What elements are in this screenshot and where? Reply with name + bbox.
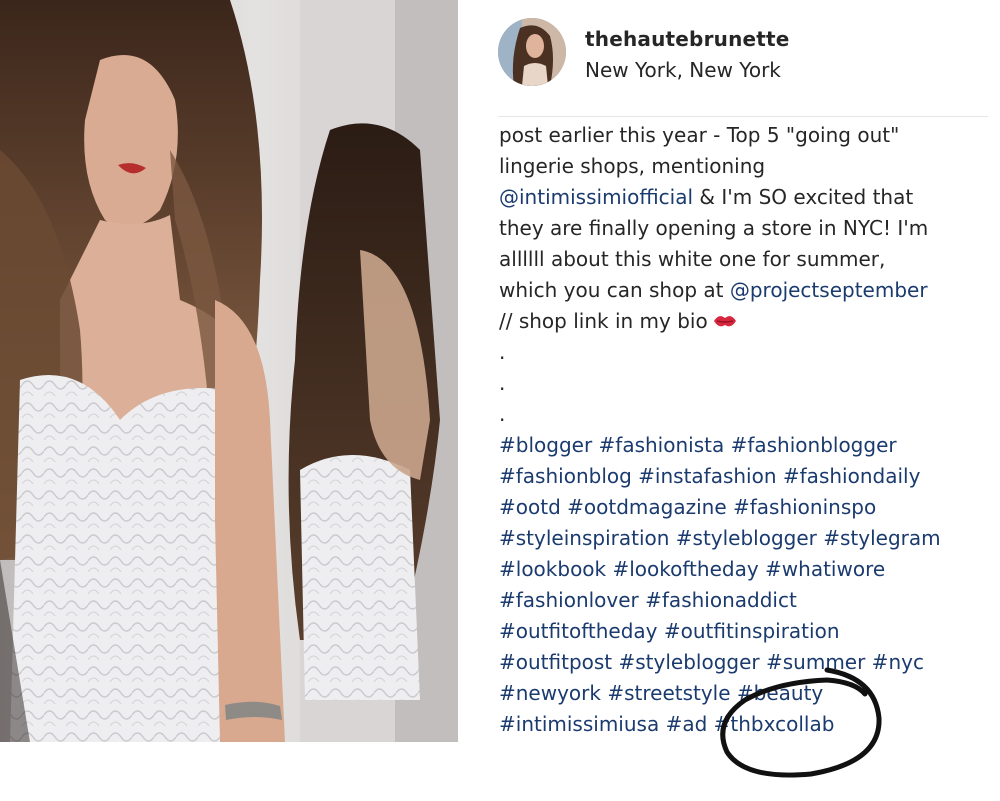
instagram-post-screenshot: thehautebrunette New York, New York post… [0,0,1000,801]
hashtag-line[interactable]: #outfitpost #styleblogger #summer #nyc [499,647,999,678]
hashtag-line[interactable]: #intimissimiusa #ad #thbxcollab [499,709,999,740]
mention-link[interactable]: @intimissimiofficial [499,185,693,209]
caption-line: post earlier this year - Top 5 "going ou… [499,123,900,147]
hashtag-line[interactable]: #ootd #ootdmagazine #fashioninspo [499,492,999,523]
post-caption-panel: thehautebrunette New York, New York post… [458,0,1000,801]
caption-text-segment: & I'm SO excited that [693,185,914,209]
hashtag-line[interactable]: #lookbook #lookoftheday #whatiwore [499,554,999,585]
avatar[interactable] [498,18,566,86]
post-photo-art [0,0,458,742]
caption-dot: . [499,371,506,395]
hashtag-line[interactable]: #fashionlover #fashionaddict [499,585,999,616]
caption-dot: . [499,402,506,426]
hashtag-line[interactable]: #newyork #streetstyle #beauty [499,678,999,709]
hashtag-line[interactable]: #outfitoftheday #outfitinspiration [499,616,999,647]
hashtag-line[interactable]: #fashionblog #instafashion #fashiondaily [499,461,999,492]
caption-line: which you can shop at @projectseptember [499,275,999,306]
kiss-icon [712,309,738,340]
avatar-image [498,18,566,86]
caption-line: @intimissimiofficial & I'm SO excited th… [499,182,999,213]
post-photo[interactable] [0,0,458,742]
location[interactable]: New York, New York [585,58,781,82]
caption-line: allllll about this white one for summer, [499,247,886,271]
caption-line: lingerie shops, mentioning [499,154,766,178]
post-header: thehautebrunette New York, New York [498,18,988,98]
caption-text-segment: // shop link in my bio [499,309,708,333]
hashtag-line[interactable]: #styleinspiration #styleblogger #stylegr… [499,523,999,554]
caption-line: they are finally opening a store in NYC!… [499,216,929,240]
username[interactable]: thehautebrunette [585,27,790,51]
caption-text-segment: which you can shop at [499,278,730,302]
caption-text: post earlier this year - Top 5 "going ou… [499,120,999,740]
caption-dot: . [499,340,506,364]
hashtag-list: #blogger #fashionista #fashionblogger #f… [499,430,999,740]
mention-link[interactable]: @projectseptember [730,278,928,302]
hashtag-line[interactable]: #blogger #fashionista #fashionblogger [499,430,999,461]
caption-line: // shop link in my bio [499,306,999,337]
header-divider [498,116,988,117]
